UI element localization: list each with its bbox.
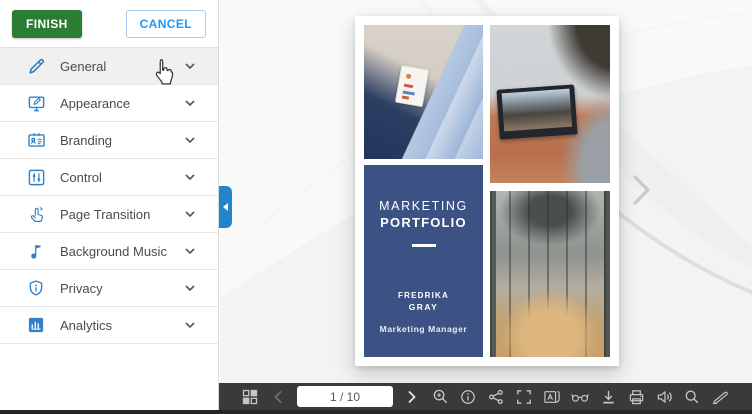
info-icon[interactable] [459,388,477,406]
flipbook-editor-window: FINISH CANCEL General Appearance Brandin… [0,0,752,414]
flipbook-page[interactable]: MARKETING PORTFOLIO FREDRIKA GRAY Market… [355,16,619,366]
bar-chart-icon [26,315,46,335]
sidebar-item-label: Privacy [60,280,103,296]
monitor-edit-icon [26,93,46,113]
sidebar-item-background-music[interactable]: Background Music [0,233,218,270]
glasses-icon[interactable] [571,388,589,406]
thumbnails-icon[interactable] [241,388,259,406]
office-corridor-photo [490,191,610,357]
chevron-down-icon [184,60,196,72]
print-icon[interactable] [627,388,645,406]
cover-title-line2: PORTFOLIO [380,215,467,230]
sidebar-item-label: Analytics [60,317,113,333]
annotate-icon[interactable] [711,388,729,406]
sidebar-collapse-tab[interactable] [219,186,232,228]
sidebar-item-label: Page Transition [60,206,151,222]
cancel-button[interactable]: CANCEL [125,9,206,38]
sidebar-item-analytics[interactable]: Analytics [0,307,218,344]
chevron-down-icon [184,282,196,294]
id-card-icon [26,130,46,150]
search-icon[interactable] [683,388,701,406]
finish-button[interactable]: FINISH [12,9,82,38]
sidebar-item-branding[interactable]: Branding [0,122,218,159]
sidebar-header: FINISH CANCEL [0,0,218,48]
sound-icon[interactable] [655,388,673,406]
zoom-in-icon[interactable] [431,388,449,406]
chevron-down-icon [184,319,196,331]
sidebar-item-label: General [60,58,107,74]
chevron-down-icon [184,245,196,257]
share-icon[interactable] [487,388,505,406]
next-page-arrow[interactable] [628,172,654,208]
sidebar-item-label: Appearance [60,95,131,111]
meeting-tablet-photo [364,25,483,159]
text-book-icon[interactable] [543,388,561,406]
fullscreen-icon[interactable] [515,388,533,406]
cover-title-line1: MARKETING [379,199,468,213]
chevron-down-icon [184,97,196,109]
cover-left-column: MARKETING PORTFOLIO FREDRIKA GRAY Market… [364,25,483,357]
shield-info-icon [26,278,46,298]
tap-gesture-icon [26,204,46,224]
preview-stage: MARKETING PORTFOLIO FREDRIKA GRAY Market… [220,0,752,383]
sidebar-item-label: Control [60,169,102,185]
sidebar-item-label: Background Music [60,243,167,259]
cover-title-panel: MARKETING PORTFOLIO FREDRIKA GRAY Market… [364,165,483,357]
cover-author-role: Marketing Manager [379,324,468,334]
viewer-toolbar [219,383,752,410]
sidebar-item-page-transition[interactable]: Page Transition [0,196,218,233]
sidebar-item-privacy[interactable]: Privacy [0,270,218,307]
sidebar-item-general[interactable]: General [0,48,218,85]
chevron-down-icon [184,171,196,183]
cover-author-last: GRAY [408,302,439,312]
pencil-icon [26,56,46,76]
window-bottom-edge [0,410,752,414]
cover-right-column [490,25,610,357]
cover-author-first: FREDRIKA [398,291,449,300]
music-note-icon [26,241,46,261]
sidebar-item-control[interactable]: Control [0,159,218,196]
download-icon[interactable] [599,388,617,406]
chevron-down-icon [184,134,196,146]
cover-divider [411,244,436,247]
page-number-input[interactable] [297,386,393,407]
sidebar-item-appearance[interactable]: Appearance [0,85,218,122]
sidebar-item-label: Branding [60,132,113,148]
settings-sidebar: FINISH CANCEL General Appearance Brandin… [0,0,219,410]
sliders-icon [26,167,46,187]
next-page-icon[interactable] [403,388,421,406]
chevron-down-icon [184,208,196,220]
laptop-over-shoulder-photo [490,25,610,183]
collapse-arrow-icon [223,203,228,211]
prev-page-icon[interactable] [269,388,287,406]
